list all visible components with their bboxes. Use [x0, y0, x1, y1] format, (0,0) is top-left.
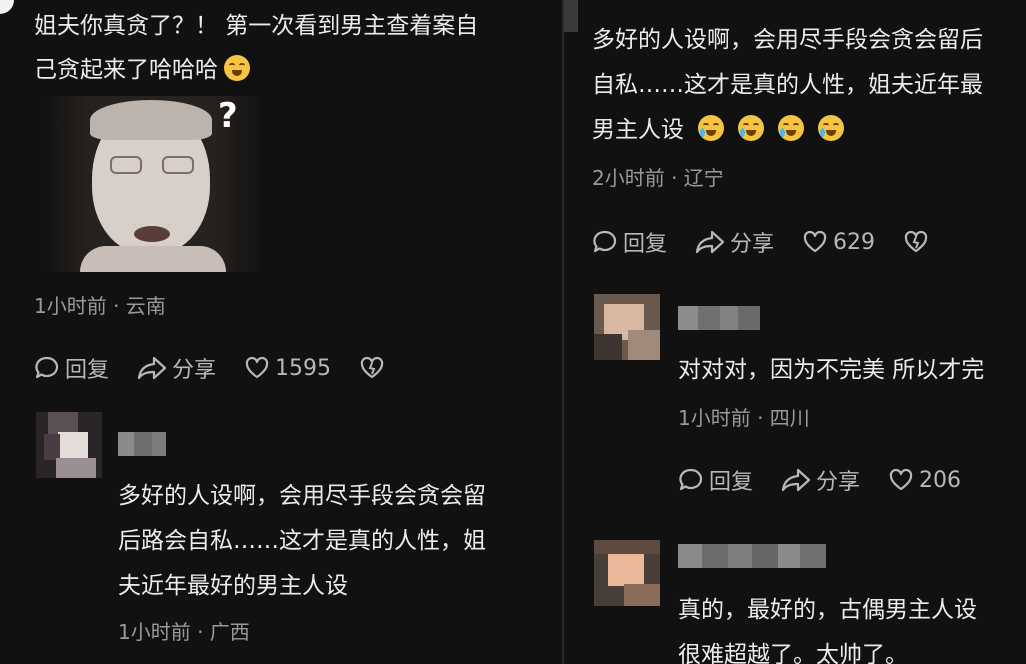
reply-label: 回复	[623, 232, 668, 257]
reply-actions: 回复 分享 206	[678, 464, 961, 496]
question-mark: ?	[218, 96, 238, 136]
share-label: 分享	[730, 232, 775, 257]
share-icon	[695, 230, 725, 254]
reply-button[interactable]: 回复	[678, 464, 753, 496]
comment-meta: 1小时前 · 云南	[34, 294, 166, 318]
share-icon	[781, 468, 811, 492]
crying-emoji-icon	[818, 115, 844, 141]
avatar[interactable]	[594, 294, 660, 360]
laughing-emoji-icon	[224, 55, 250, 81]
like-count: 629	[833, 229, 876, 255]
share-button[interactable]: 分享	[781, 464, 860, 496]
heart-icon	[889, 468, 913, 491]
username-redacted[interactable]	[678, 544, 826, 568]
like-button[interactable]: 1595	[244, 356, 331, 381]
avatar-edge	[0, 0, 14, 14]
like-count: 206	[919, 467, 962, 493]
reply-meta: 1小时前 · 广西	[118, 620, 250, 644]
reply-label: 回复	[709, 470, 754, 495]
share-label: 分享	[172, 358, 217, 383]
reply-text-line: 对对对，因为不完美 所以才完	[678, 357, 985, 383]
avatar[interactable]	[36, 412, 102, 478]
share-label: 分享	[816, 470, 861, 495]
dislike-button[interactable]	[359, 356, 390, 380]
share-button[interactable]: 分享	[137, 352, 216, 384]
crying-emoji-icon	[778, 115, 804, 141]
comment-text-line-with-emoji: 男主人设	[592, 108, 844, 152]
comment-text-line: 自私……这才是真的人性，姐夫近年最	[592, 72, 983, 98]
like-button[interactable]: 206	[888, 468, 961, 493]
reply-button[interactable]: 回复	[34, 352, 109, 384]
comment-image[interactable]: ?	[34, 96, 272, 272]
share-button[interactable]: 分享	[695, 226, 774, 258]
heart-icon	[803, 230, 827, 253]
like-count: 1595	[275, 355, 332, 381]
reply-icon	[593, 230, 617, 253]
broken-heart-icon	[904, 230, 928, 253]
reply-text-line: 夫近年最好的男主人设	[118, 573, 348, 599]
broken-heart-icon	[360, 356, 384, 379]
comment-panel-right: 多好的人设啊，会用尽手段会贪会留后 自私……这才是真的人性，姐夫近年最 男主人设…	[564, 0, 1026, 664]
scroll-indicator	[564, 0, 578, 32]
reply-text-line: 很难超越了。太帅了。	[678, 642, 908, 664]
reply-text-line: 真的，最好的，古偶男主人设	[678, 597, 977, 623]
heart-icon	[245, 356, 269, 379]
reply-button[interactable]: 回复	[592, 226, 667, 258]
username-redacted[interactable]	[678, 306, 760, 330]
comment-text: 男主人设	[592, 117, 684, 143]
crying-emoji-icon	[698, 115, 724, 141]
reply-text-line: 多好的人设啊，会用尽手段会贪会留	[118, 483, 486, 509]
comment-panel-left: 姐夫你真贪了？！ 第一次看到男主查着案自 己贪起来了哈哈哈 ? 1小时前 · 云…	[0, 0, 562, 664]
comment-text-line: 多好的人设啊，会用尽手段会贪会留后	[592, 27, 983, 53]
dislike-button[interactable]	[903, 230, 934, 254]
username-redacted[interactable]	[118, 432, 166, 456]
comment-text-line-with-emoji: 己贪起来了哈哈哈	[34, 48, 250, 92]
reply-icon	[679, 468, 703, 491]
comment-actions: 回复 分享 629	[592, 226, 934, 258]
avatar[interactable]	[594, 540, 660, 606]
comment-meta: 2小时前 · 辽宁	[592, 166, 724, 190]
reply-text-line: 后路会自私……这才是真的人性，姐	[118, 528, 486, 554]
share-icon	[137, 356, 167, 380]
reply-icon	[35, 356, 59, 379]
reply-meta: 1小时前 · 四川	[678, 406, 810, 430]
comment-text: 己贪起来了哈哈哈	[34, 57, 218, 83]
reply-label: 回复	[65, 358, 110, 383]
crying-emoji-icon	[738, 115, 764, 141]
like-button[interactable]: 629	[802, 230, 875, 255]
comment-actions: 回复 分享 1595	[34, 352, 390, 384]
comment-text-line: 姐夫你真贪了？！ 第一次看到男主查着案自	[34, 13, 479, 39]
